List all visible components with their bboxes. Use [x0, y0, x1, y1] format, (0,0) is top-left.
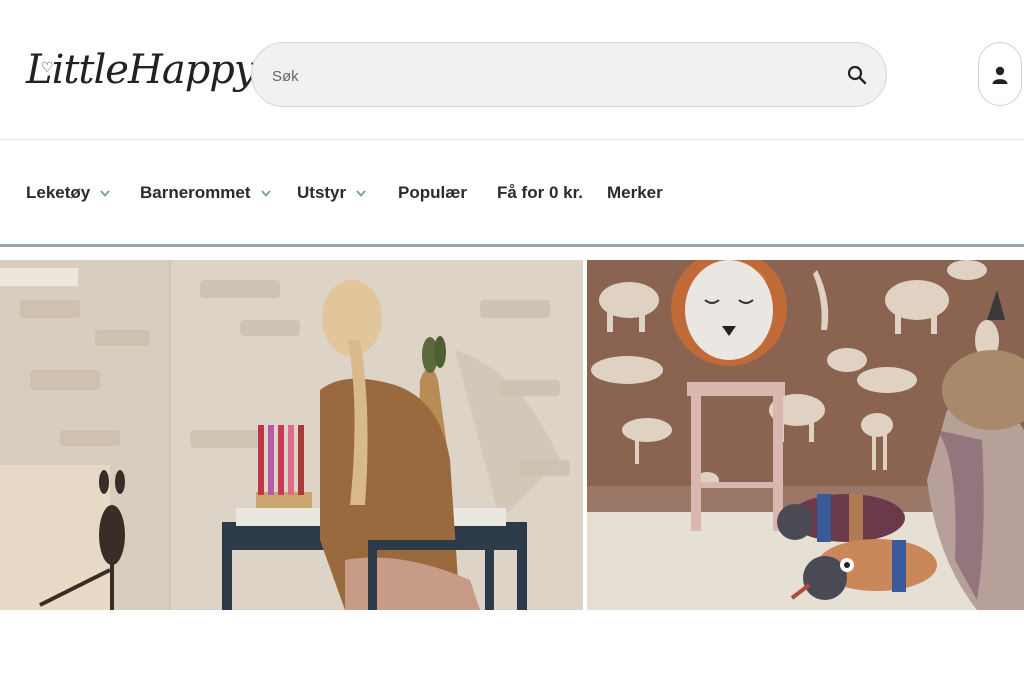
nav-item-populaer[interactable]: Populær [398, 182, 467, 204]
nav-item-label: Leketøy [26, 183, 91, 202]
site-header: LittleHappy ♡ [0, 0, 1024, 140]
heart-icon: ♡ [41, 60, 54, 76]
site-logo[interactable]: LittleHappy ♡ [26, 40, 257, 100]
chevron-down-icon [356, 190, 366, 197]
nav-item-label: Merker [607, 183, 663, 202]
user-icon [992, 66, 1008, 84]
search-icon[interactable] [846, 64, 868, 86]
nav-item-utstyr[interactable]: Utstyr [297, 182, 366, 204]
hero-banner-kids-room[interactable] [587, 260, 1024, 610]
nav-item-label: Få for 0 kr. [497, 183, 583, 202]
nav-item-barnerommet[interactable]: Barnerommet [140, 182, 271, 204]
nav-item-leketoy[interactable]: Leketøy [26, 182, 110, 204]
account-button[interactable] [978, 42, 1022, 106]
nav-item-label: Utstyr [297, 183, 347, 202]
nav-item-merker[interactable]: Merker [607, 182, 663, 204]
search-bar [251, 42, 887, 107]
chevron-down-icon [260, 190, 271, 197]
chevron-down-icon [100, 190, 110, 197]
main-nav: Leketøy Barnerommet Utstyr Populær Få fo… [0, 140, 1024, 247]
nav-item-label: Barnerommet [140, 183, 251, 202]
nav-item-label: Populær [398, 183, 467, 202]
search-input[interactable] [270, 61, 814, 91]
nav-item-fa-for-0-kr[interactable]: Få for 0 kr. [497, 182, 583, 204]
playroom-photo [0, 260, 583, 610]
logo-text: LittleHappy [26, 47, 257, 93]
kids-room-photo [587, 260, 1024, 610]
hero-banner-playroom[interactable] [0, 260, 583, 610]
